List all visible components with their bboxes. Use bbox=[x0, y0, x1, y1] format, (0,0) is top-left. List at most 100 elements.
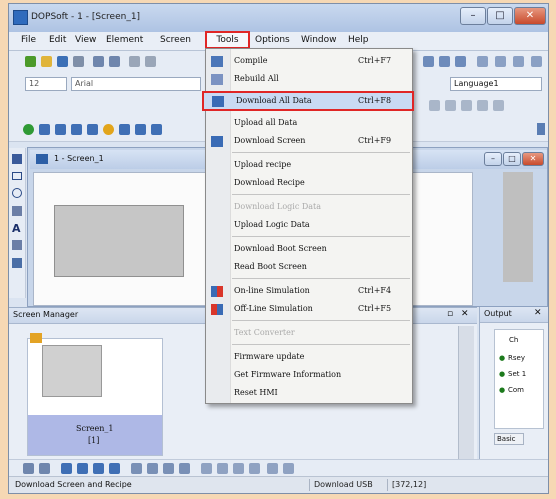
run-icon[interactable] bbox=[531, 56, 542, 67]
menu-item-upload-all-data[interactable]: Upload all Data bbox=[206, 115, 412, 132]
image-tool-icon[interactable] bbox=[12, 258, 22, 268]
save-icon[interactable] bbox=[57, 56, 68, 67]
output-item[interactable]: Com bbox=[508, 386, 524, 394]
basic-tab[interactable]: Basic bbox=[494, 433, 524, 445]
minimize-button[interactable]: – bbox=[460, 7, 486, 25]
menu-item-download-all-data[interactable]: Download All Data Ctrl+F8 bbox=[202, 91, 414, 111]
menu-item-download-logic-data: Download Logic Data bbox=[206, 199, 412, 216]
pencil-icon[interactable] bbox=[12, 154, 22, 164]
group-icon[interactable] bbox=[39, 463, 50, 474]
menu-tools[interactable]: Tools bbox=[205, 31, 250, 49]
button-element-icon[interactable] bbox=[23, 124, 34, 135]
menu-screen[interactable]: Screen bbox=[160, 35, 191, 45]
flip-icon[interactable] bbox=[495, 56, 506, 67]
send-backward-icon[interactable] bbox=[109, 463, 120, 474]
copy-icon[interactable] bbox=[145, 56, 156, 67]
lamp-element-icon[interactable] bbox=[103, 124, 114, 135]
menu-window[interactable]: Window bbox=[301, 35, 337, 45]
font-name-select[interactable]: Arial bbox=[71, 77, 201, 91]
menu-item-compile[interactable]: Compile Ctrl+F7 bbox=[206, 53, 412, 70]
print-icon[interactable] bbox=[73, 56, 84, 67]
property-icon[interactable] bbox=[283, 463, 294, 474]
menu-item-download-recipe[interactable]: Download Recipe bbox=[206, 175, 412, 192]
order-front-icon[interactable] bbox=[61, 463, 72, 474]
mirror-icon[interactable] bbox=[233, 463, 244, 474]
menu-edit[interactable]: Edit bbox=[49, 35, 66, 45]
align-right-icon[interactable] bbox=[461, 100, 472, 111]
cut-icon[interactable] bbox=[129, 56, 140, 67]
menu-item-rebuild-all[interactable]: Rebuild All bbox=[206, 71, 412, 88]
align-bottom-icon[interactable] bbox=[493, 100, 504, 111]
menu-item-offline-simulation[interactable]: Off-Line Simulation Ctrl+F5 bbox=[206, 301, 412, 318]
output-item[interactable]: Rsey bbox=[508, 354, 525, 362]
panel-toggle-icon[interactable] bbox=[537, 123, 545, 135]
new-icon[interactable] bbox=[25, 56, 36, 67]
screen-maximize-button[interactable]: □ bbox=[503, 152, 521, 166]
table-tool-icon[interactable] bbox=[12, 240, 22, 250]
pipe-element-icon[interactable] bbox=[71, 124, 82, 135]
align-left-icon[interactable] bbox=[429, 100, 440, 111]
menu-item-download-screen[interactable]: Download Screen Ctrl+F9 bbox=[206, 133, 412, 150]
output-item[interactable]: Set 1 bbox=[508, 370, 526, 378]
menu-options[interactable]: Options bbox=[255, 35, 290, 45]
menu-item-firmware-update[interactable]: Firmware update bbox=[206, 349, 412, 366]
canvas-element[interactable] bbox=[54, 205, 184, 277]
output-item[interactable]: Ch bbox=[509, 336, 518, 344]
menu-item-label: Get Firmware Information bbox=[234, 370, 342, 379]
title-bar[interactable]: DOPSoft - 1 - [Screen_1] – □ ✕ bbox=[9, 4, 548, 32]
menu-item-get-firmware-information[interactable]: Get Firmware Information bbox=[206, 367, 412, 384]
text-tool-icon[interactable]: A bbox=[12, 222, 21, 235]
screen-minimize-button[interactable]: – bbox=[484, 152, 502, 166]
bar-element-icon[interactable] bbox=[55, 124, 66, 135]
lock-icon[interactable] bbox=[267, 463, 278, 474]
grid-icon[interactable] bbox=[201, 463, 212, 474]
font-size-select[interactable]: 12 bbox=[25, 77, 67, 91]
zoom-in-icon[interactable] bbox=[423, 56, 434, 67]
screen-manager-close-icon[interactable]: ✕ bbox=[461, 309, 469, 319]
zoom-out-icon[interactable] bbox=[439, 56, 450, 67]
align-top-icon[interactable] bbox=[477, 100, 488, 111]
pin-icon[interactable]: ▫ bbox=[447, 309, 453, 319]
menu-item-upload-logic-data[interactable]: Upload Logic Data bbox=[206, 217, 412, 234]
redo-icon[interactable] bbox=[109, 56, 120, 67]
align-icon[interactable] bbox=[513, 56, 524, 67]
menu-item-upload-recipe[interactable]: Upload recipe bbox=[206, 157, 412, 174]
bring-forward-icon[interactable] bbox=[93, 463, 104, 474]
graph-element-icon[interactable] bbox=[87, 124, 98, 135]
maximize-button[interactable]: □ bbox=[487, 7, 513, 25]
output-close-icon[interactable]: ✕ bbox=[534, 308, 542, 318]
distribute-h-icon[interactable] bbox=[131, 463, 142, 474]
menu-help[interactable]: Help bbox=[348, 35, 369, 45]
chart-element-icon[interactable] bbox=[135, 124, 146, 135]
menu-element[interactable]: Element bbox=[106, 35, 143, 45]
language-select[interactable]: Language1 bbox=[450, 77, 542, 91]
same-height-icon[interactable] bbox=[179, 463, 190, 474]
menu-view[interactable]: View bbox=[75, 35, 96, 45]
rotate-icon[interactable] bbox=[477, 56, 488, 67]
order-back-icon[interactable] bbox=[77, 463, 88, 474]
alarm-element-icon[interactable] bbox=[151, 124, 162, 135]
menu-item-online-simulation[interactable]: On-line Simulation Ctrl+F4 bbox=[206, 283, 412, 300]
distribute-v-icon[interactable] bbox=[147, 463, 158, 474]
menu-item-reset-hmi[interactable]: Reset HMI bbox=[206, 385, 412, 402]
rectangle-icon[interactable] bbox=[12, 172, 22, 180]
same-width-icon[interactable] bbox=[163, 463, 174, 474]
undo-icon[interactable] bbox=[93, 56, 104, 67]
zoom-fit-icon[interactable] bbox=[455, 56, 466, 67]
screen-thumbnail[interactable]: Screen_1 [1] bbox=[27, 333, 163, 456]
menu-file[interactable]: File bbox=[21, 35, 36, 45]
polygon-icon[interactable] bbox=[12, 206, 22, 216]
center-icon[interactable] bbox=[249, 463, 260, 474]
input-element-icon[interactable] bbox=[119, 124, 130, 135]
screen-manager-scrollbar[interactable] bbox=[458, 326, 474, 460]
menu-item-download-boot-screen[interactable]: Download Boot Screen bbox=[206, 241, 412, 258]
menu-item-read-boot-screen[interactable]: Read Boot Screen bbox=[206, 259, 412, 276]
align-center-icon[interactable] bbox=[445, 100, 456, 111]
meter-element-icon[interactable] bbox=[39, 124, 50, 135]
screen-close-button[interactable]: ✕ bbox=[522, 152, 544, 166]
close-button[interactable]: ✕ bbox=[514, 7, 546, 25]
open-icon[interactable] bbox=[41, 56, 52, 67]
circle-icon[interactable] bbox=[12, 188, 22, 198]
layer-icon[interactable] bbox=[23, 463, 34, 474]
snap-icon[interactable] bbox=[217, 463, 228, 474]
